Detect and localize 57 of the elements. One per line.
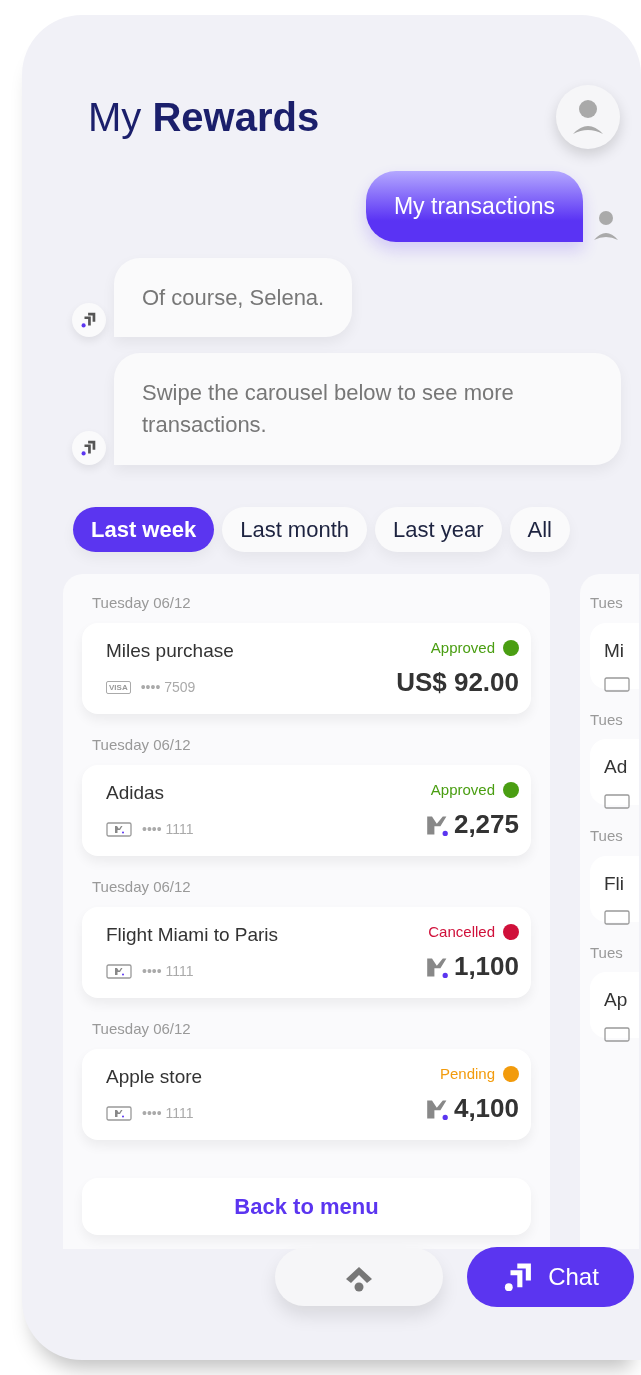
page-title: My Rewards <box>88 94 320 141</box>
profile-avatar[interactable] <box>556 85 620 149</box>
bot-logo-icon <box>80 311 98 330</box>
transaction-row[interactable]: Adidas •••• 1111 Approved 2,275 <box>82 764 531 857</box>
transaction-date: Tuesday 06/12 <box>91 877 192 898</box>
transaction-name: Ap <box>604 988 629 1013</box>
card-number: •••• 7509 <box>140 678 196 698</box>
transaction-name: Apple store <box>106 1064 203 1089</box>
transaction-name: Mi <box>604 638 626 663</box>
transaction-row[interactable]: Mi <box>590 622 639 689</box>
transaction-date: Tuesday 06/12 <box>91 735 192 756</box>
transaction-row[interactable]: Fli <box>590 855 639 922</box>
miles-card-icon <box>106 822 132 838</box>
chat-button[interactable]: Chat <box>467 1247 634 1308</box>
message-bubble: Of course, Selena. <box>114 257 353 338</box>
transaction-name: Ad <box>604 755 629 780</box>
transaction-name: Miles purchase <box>106 638 234 663</box>
back-to-menu-button[interactable]: Back to menu <box>82 1178 531 1236</box>
filter-tab[interactable]: Last month <box>222 507 367 553</box>
card-icon <box>604 793 630 809</box>
transaction-row[interactable]: Flight Miami to Paris •••• 1111 Cancelled 1,100 <box>82 906 531 999</box>
bot-logo-icon <box>80 439 98 458</box>
card-number: •••• 1111 <box>142 962 194 982</box>
miles-card-icon <box>106 964 132 980</box>
transaction-name: Fli <box>604 871 626 896</box>
card-icon <box>604 677 630 693</box>
miles-card-icon <box>106 1106 132 1122</box>
transaction-row[interactable]: Miles purchase VISA •••• 7509 Approved US$ 92.00 <box>82 622 531 715</box>
transaction-date: Tues <box>590 826 624 847</box>
transaction-amount: 4,100 <box>453 1092 519 1126</box>
card-number: •••• 1111 <box>142 820 194 840</box>
status-label: Pending <box>439 1063 495 1084</box>
transaction-date: Tuesday 06/12 <box>91 593 192 614</box>
transaction-amount: 2,275 <box>453 808 519 842</box>
filter-tab[interactable]: All <box>509 507 570 553</box>
card-icon <box>604 1026 630 1042</box>
filter-tab[interactable]: Last year <box>375 507 502 553</box>
message-bubble: My transactions <box>365 171 583 242</box>
transaction-name: Flight Miami to Paris <box>106 922 279 947</box>
filter-tab[interactable]: Last week <box>73 507 215 553</box>
transaction-row[interactable]: Apple store •••• 1111 Pending 4,100 <box>82 1048 531 1141</box>
transaction-date: Tues <box>590 593 624 614</box>
card-number: •••• 1111 <box>142 1104 194 1124</box>
status-label: Approved <box>430 637 495 658</box>
transaction-date: Tuesday 06/12 <box>91 1019 192 1040</box>
status-label: Approved <box>430 779 495 800</box>
transaction-row[interactable]: Ad <box>590 739 639 806</box>
status-label: Cancelled <box>428 921 495 942</box>
transaction-date: Tues <box>590 709 624 730</box>
transaction-name: Adidas <box>106 780 166 805</box>
transaction-date: Tues <box>590 942 624 963</box>
transaction-amount: US$ 92.00 <box>396 666 519 700</box>
message-bubble: Swipe the carousel below to see more transactions. <box>114 353 621 466</box>
transaction-amount: 1,100 <box>453 950 519 984</box>
card-icon <box>604 910 630 926</box>
card-brand-icon: VISA <box>106 681 131 695</box>
transaction-row[interactable]: Ap <box>590 972 639 1039</box>
